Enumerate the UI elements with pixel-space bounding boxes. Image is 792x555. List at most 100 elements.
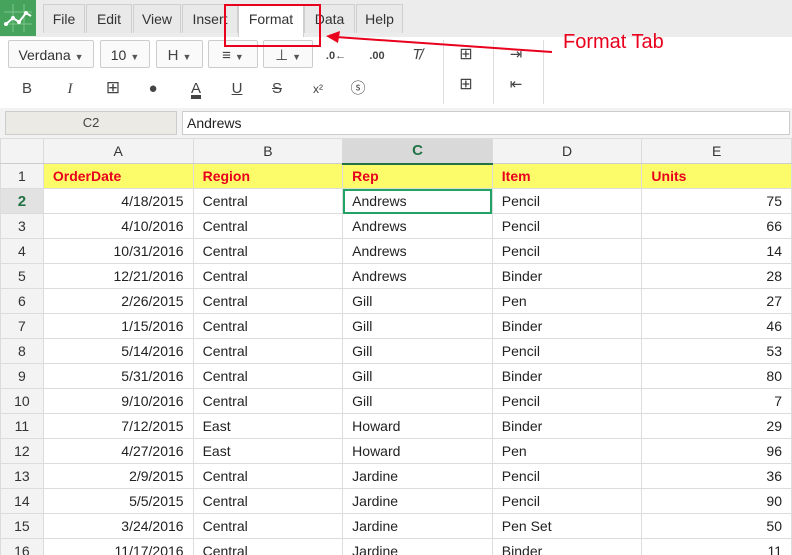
cell[interactable]: 29	[641, 413, 792, 439]
cell[interactable]: 90	[641, 488, 792, 514]
cell[interactable]: Binder	[491, 313, 643, 339]
cell[interactable]: 46	[641, 313, 792, 339]
cell[interactable]: Binder	[491, 363, 643, 389]
cell[interactable]: Gill	[342, 313, 493, 339]
cell[interactable]: Binder	[491, 413, 643, 439]
currency-format-button[interactable]: ⓢ	[344, 74, 372, 102]
italic-button[interactable]: I	[57, 74, 83, 102]
column-header[interactable]: E	[641, 138, 792, 164]
row-header[interactable]: 12	[0, 438, 44, 464]
cell[interactable]: Pencil	[491, 488, 643, 514]
cell[interactable]: 11	[641, 538, 792, 555]
tab-file[interactable]: File	[43, 4, 85, 33]
column-header-selected[interactable]: C	[342, 138, 493, 165]
column-header[interactable]: A	[42, 138, 194, 164]
cell[interactable]: Pen	[491, 288, 643, 314]
cell[interactable]: 36	[641, 463, 792, 489]
cell[interactable]: 28	[641, 263, 792, 289]
font-size-select[interactable]: 10 ▼	[100, 40, 150, 68]
row-header[interactable]: 13	[0, 463, 44, 489]
cell[interactable]: Central	[192, 488, 344, 514]
cell[interactable]: Central	[192, 238, 344, 264]
cell[interactable]: 75	[641, 188, 792, 214]
header-cell[interactable]: Region	[192, 163, 344, 189]
cell[interactable]: 96	[641, 438, 792, 464]
cell[interactable]: Jardine	[342, 513, 493, 539]
cell[interactable]: Central	[192, 288, 344, 314]
cell[interactable]: Binder	[491, 263, 643, 289]
strikethrough-button[interactable]: S	[264, 74, 290, 102]
borders-dropdown[interactable]: H ▼	[156, 40, 203, 68]
row-header[interactable]: 3	[0, 213, 44, 239]
font-family-select[interactable]: Verdana ▼	[8, 40, 94, 68]
cell[interactable]: Central	[192, 538, 344, 555]
cell[interactable]: Andrews	[342, 238, 493, 264]
cell[interactable]: East	[192, 438, 344, 464]
cell[interactable]: 3/24/2016	[42, 513, 194, 539]
cell[interactable]: 53	[641, 338, 792, 364]
cell[interactable]: 4/10/2016	[42, 213, 194, 239]
cell[interactable]: Binder	[491, 538, 643, 555]
cell[interactable]: Pencil	[491, 238, 643, 264]
cell[interactable]: 5/5/2015	[42, 488, 194, 514]
cell[interactable]: 9/10/2016	[42, 388, 194, 414]
cell[interactable]: Pen	[491, 438, 643, 464]
row-header[interactable]: 10	[0, 388, 44, 414]
row-header[interactable]: 5	[0, 263, 44, 289]
cell[interactable]: Andrews	[342, 213, 493, 239]
cell[interactable]: Pencil	[491, 188, 643, 214]
grid-button[interactable]: ⊞	[452, 70, 480, 98]
header-cell[interactable]: OrderDate	[42, 163, 194, 189]
cell[interactable]: 2/9/2015	[42, 463, 194, 489]
cell[interactable]: Gill	[342, 388, 493, 414]
row-header[interactable]: 1	[0, 163, 44, 189]
cell[interactable]: Jardine	[342, 463, 493, 489]
cell-active[interactable]: Andrews	[342, 188, 493, 214]
cell[interactable]: Gill	[342, 338, 493, 364]
cell[interactable]: Central	[192, 463, 344, 489]
cell[interactable]: 7/12/2015	[42, 413, 194, 439]
tab-view[interactable]: View	[133, 4, 181, 33]
cell[interactable]: Central	[192, 188, 344, 214]
fill-color-button[interactable]: ●	[140, 74, 166, 102]
cell[interactable]: Pencil	[491, 213, 643, 239]
row-header[interactable]: 9	[0, 363, 44, 389]
header-cell[interactable]: Item	[491, 163, 643, 189]
formula-input[interactable]: Andrews	[182, 111, 790, 135]
column-header[interactable]: B	[192, 138, 344, 164]
row-header[interactable]: 15	[0, 513, 44, 539]
cell[interactable]: 11/17/2016	[42, 538, 194, 555]
cell[interactable]: 10/31/2016	[42, 238, 194, 264]
name-box[interactable]: C2	[5, 111, 177, 135]
cell[interactable]: Andrews	[342, 263, 493, 289]
row-header[interactable]: 11	[0, 413, 44, 439]
header-cell[interactable]: Units	[641, 163, 792, 189]
cell[interactable]: Gill	[342, 363, 493, 389]
cell[interactable]: 1/15/2016	[42, 313, 194, 339]
cell[interactable]: Pen Set	[491, 513, 643, 539]
cell[interactable]: Gill	[342, 288, 493, 314]
row-header[interactable]: 4	[0, 238, 44, 264]
superscript-button[interactable]: x²	[304, 74, 332, 102]
cell[interactable]: Jardine	[342, 488, 493, 514]
cell[interactable]: 5/31/2016	[42, 363, 194, 389]
column-header[interactable]: D	[491, 138, 643, 164]
bold-button[interactable]: B	[14, 74, 40, 102]
cell[interactable]: Pencil	[491, 338, 643, 364]
cell[interactable]: 5/14/2016	[42, 338, 194, 364]
cell[interactable]: Pencil	[491, 388, 643, 414]
cell[interactable]: 2/26/2015	[42, 288, 194, 314]
cell[interactable]: Central	[192, 263, 344, 289]
cell[interactable]: 12/21/2016	[42, 263, 194, 289]
cell[interactable]: 80	[641, 363, 792, 389]
cell[interactable]: Jardine	[342, 538, 493, 555]
font-color-button[interactable]: A	[183, 74, 209, 102]
cell[interactable]: 27	[641, 288, 792, 314]
row-header[interactable]: 6	[0, 288, 44, 314]
outdent-button[interactable]: ⇤	[502, 70, 530, 98]
cell[interactable]: 66	[641, 213, 792, 239]
row-header[interactable]: 8	[0, 338, 44, 364]
row-header[interactable]: 7	[0, 313, 44, 339]
cell[interactable]: Central	[192, 313, 344, 339]
select-all-corner[interactable]	[0, 138, 44, 164]
